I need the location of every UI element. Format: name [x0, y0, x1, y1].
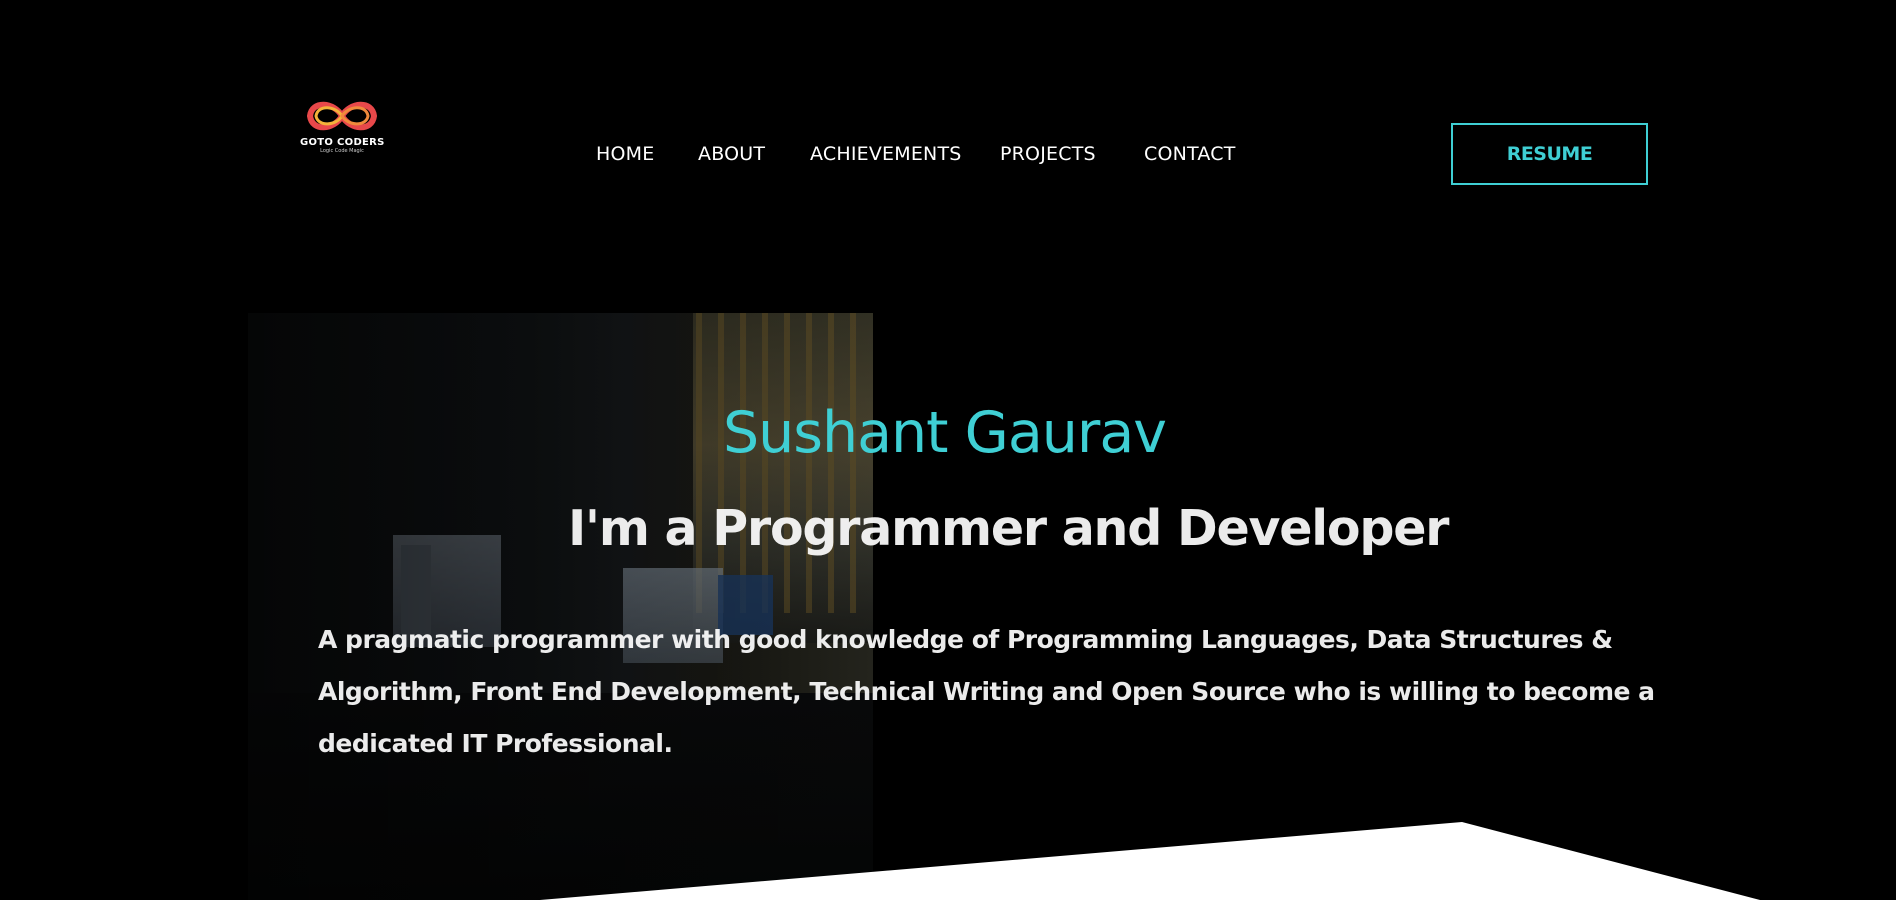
nav-item-home[interactable]: HOME — [596, 143, 654, 165]
nav-item-projects[interactable]: PROJECTS — [1000, 143, 1096, 165]
resume-button[interactable]: RESUME — [1451, 123, 1648, 185]
hero-description: A pragmatic programmer with good knowled… — [318, 614, 1655, 770]
hero-description-line: Algorithm, Front End Development, Techni… — [318, 677, 1655, 706]
hero-description-line: A pragmatic programmer with good knowled… — [318, 625, 1613, 654]
hero-description-line: dedicated IT Professional. — [318, 729, 673, 758]
infinity-logo-icon — [306, 101, 378, 131]
nav-item-about[interactable]: ABOUT — [698, 143, 765, 165]
nav-item-achievements[interactable]: ACHIEVEMENTS — [810, 143, 962, 165]
hero-name: Sushant Gaurav — [723, 400, 1167, 466]
nav-item-contact[interactable]: CONTACT — [1144, 143, 1236, 165]
hero-subtitle: I'm a Programmer and Developer — [568, 500, 1449, 557]
page: GOTO CODERS Logic Code Magic HOME ABOUT … — [0, 0, 1896, 900]
